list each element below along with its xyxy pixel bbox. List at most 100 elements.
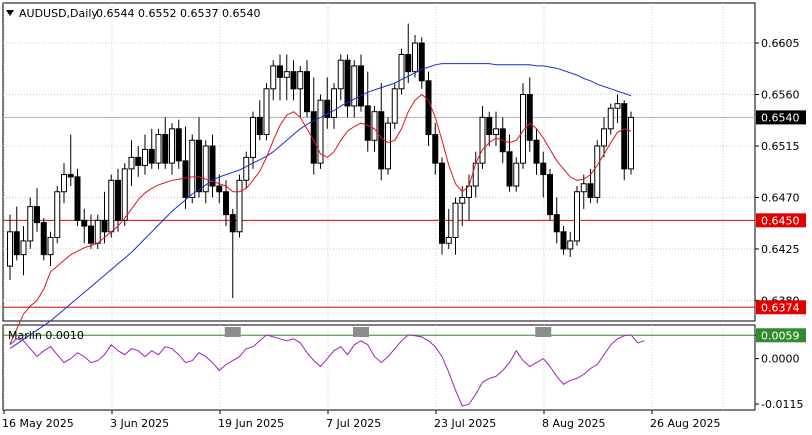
candle (418, 37, 425, 89)
candle-body (270, 65, 277, 90)
candle-body (479, 116, 486, 164)
time-tick-label: 19 Jun 2025 (218, 417, 284, 430)
candle (54, 186, 61, 244)
candle-body (297, 71, 304, 90)
candle-body (34, 206, 40, 224)
candle-body (290, 71, 297, 90)
candle-body (277, 65, 283, 78)
candle (317, 94, 324, 169)
candle-body (344, 59, 351, 107)
candle-body (155, 134, 162, 164)
candle-body (236, 179, 243, 233)
candle (594, 140, 601, 204)
level-tag-label: 0.6374 (761, 301, 800, 314)
candle-body (162, 134, 169, 164)
candle-body (196, 139, 202, 193)
candle-body (101, 219, 108, 233)
candle-body (594, 145, 601, 198)
chart-area: 0.66050.65600.65150.64700.64250.63800.64… (0, 0, 812, 435)
candle-body (94, 219, 101, 244)
price-tick-label: 0.6425 (761, 243, 800, 256)
time-tick-label: 16 May 2025 (2, 417, 74, 430)
candle-body (432, 134, 439, 164)
candle-body (88, 225, 94, 244)
candle (425, 71, 432, 146)
candle-body (256, 116, 263, 136)
candle-body (425, 80, 432, 136)
candle-body (27, 206, 34, 242)
candle-body (223, 191, 229, 216)
candle (621, 100, 628, 181)
symbol-label: AUDUSD,Daily (19, 7, 98, 20)
oscillator-title: Marlin 0.0010 (8, 329, 84, 342)
time-tick-label: 3 Jun 2025 (110, 417, 169, 430)
candle-body (304, 71, 310, 113)
candle-body (40, 222, 47, 256)
candle (398, 48, 405, 95)
candle-body (385, 122, 391, 170)
candle-body (142, 148, 148, 166)
candle-body (108, 179, 115, 233)
candle-body (391, 88, 398, 124)
candle-body (439, 162, 445, 244)
candle-body (20, 240, 27, 256)
candle-body (13, 231, 20, 256)
signal-marker (224, 327, 241, 337)
time-tick-label: 23 Jul 2025 (434, 417, 496, 430)
candle-body (560, 231, 567, 250)
candle-body (452, 202, 459, 238)
candle-body (243, 156, 250, 181)
candle (628, 111, 634, 175)
candle-body (74, 176, 81, 221)
candle (520, 83, 526, 169)
candle-body (216, 185, 223, 193)
candle-body (169, 128, 175, 164)
candle (263, 83, 270, 141)
time-tick-label: 7 Jul 2025 (326, 417, 381, 430)
candle-body (61, 174, 67, 193)
candle-body (358, 65, 364, 107)
candle-body (371, 111, 378, 141)
candle-body (81, 219, 88, 227)
candle-body (614, 103, 621, 109)
candle-body (148, 148, 155, 164)
candle-body (378, 111, 385, 170)
price-tick-label: 0.6470 (761, 191, 800, 204)
oscillator-tick-label: -0.0115 (761, 398, 803, 411)
candle-body (331, 88, 337, 118)
oscillator-level-tag-label: 0.0059 (761, 329, 800, 342)
candle-body (189, 139, 196, 198)
signal-marker (353, 327, 369, 337)
candle-body (547, 174, 553, 216)
candle-body (67, 174, 74, 178)
candle-body (580, 183, 587, 193)
candle-body (283, 71, 290, 78)
candle-body (115, 179, 121, 221)
candle-body (364, 105, 371, 141)
candle (574, 186, 580, 246)
candle (108, 174, 115, 238)
candle-body (175, 128, 182, 162)
candle-body (533, 139, 540, 164)
candle (439, 157, 445, 255)
candle-body (601, 128, 607, 147)
level-tag-label: 0.6450 (761, 214, 800, 227)
candle-body (621, 103, 628, 170)
candle-body (418, 42, 425, 82)
candle-body (574, 191, 580, 242)
candle (385, 117, 391, 175)
candle-body (459, 196, 466, 204)
candle-body (337, 59, 344, 90)
candle-body (54, 191, 61, 238)
candle-body (506, 151, 513, 187)
candle-body (628, 116, 634, 170)
price-tick-label: 0.6515 (761, 140, 800, 153)
ohlc-readout: 0.6544 0.6552 0.6537 0.6540 (96, 7, 260, 20)
candle-body (607, 107, 614, 130)
candle-body (472, 162, 479, 187)
candle-body (135, 156, 142, 166)
candle-body (587, 183, 594, 198)
candle-body (493, 128, 499, 136)
candle (236, 174, 243, 238)
candle-body (540, 162, 547, 176)
